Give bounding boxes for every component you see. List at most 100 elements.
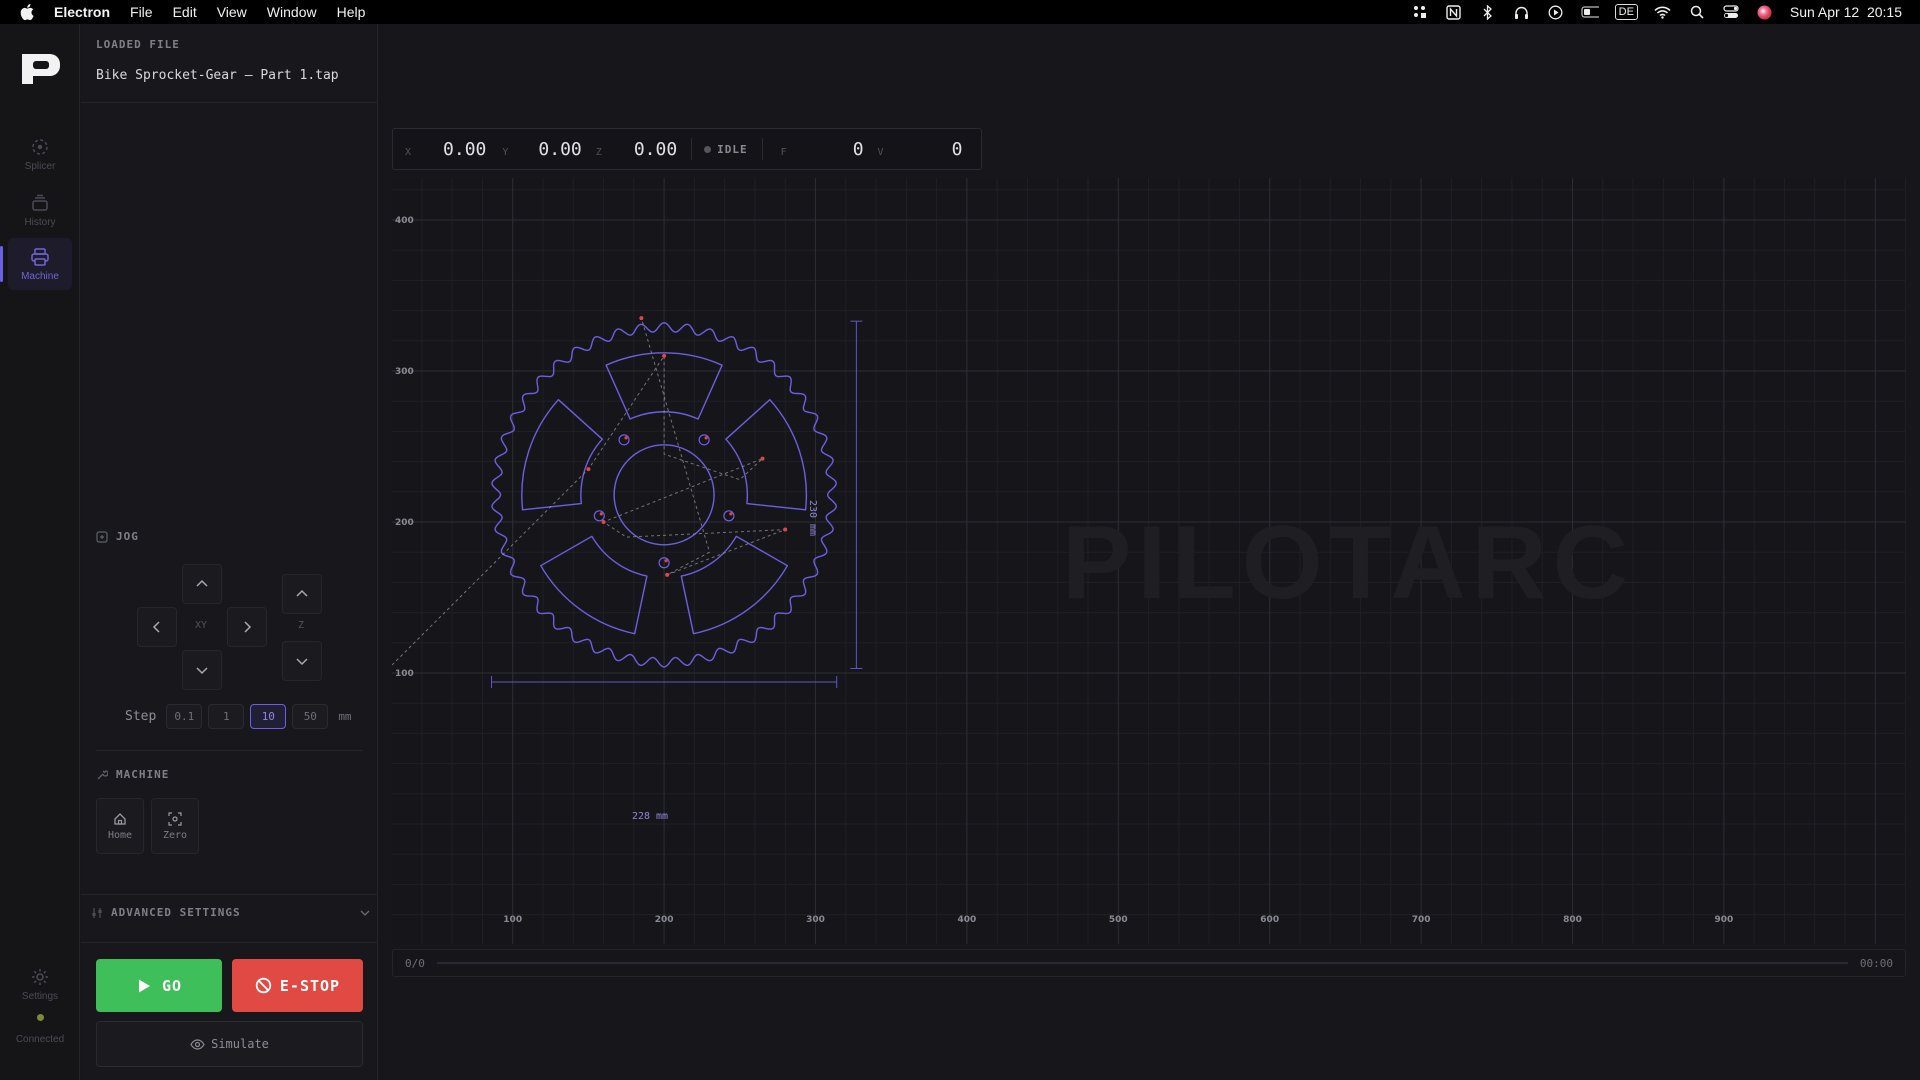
machine-state-label: IDLE <box>717 142 748 156</box>
divider <box>81 894 378 895</box>
dro-v-label: V <box>877 146 884 158</box>
toolpath-point <box>586 467 591 472</box>
divider <box>761 138 763 160</box>
ban-icon <box>255 977 272 994</box>
menu-file[interactable]: File <box>130 4 153 20</box>
dro-f-label: F <box>780 146 787 158</box>
divider <box>96 750 363 751</box>
divider <box>81 942 378 943</box>
progress-count: 0/0 <box>405 956 425 970</box>
gear-icon <box>32 968 48 985</box>
x-tick-label: 800 <box>1563 915 1582 925</box>
go-button[interactable]: GO <box>96 959 222 1012</box>
y-tick-label: 200 <box>395 518 414 528</box>
width-dimension-label: 228 mm <box>632 811 668 822</box>
x-tick-label: 900 <box>1715 915 1734 925</box>
machine-panel: LOADED FILE Bike Sprocket-Gear – Part 1.… <box>81 24 378 1080</box>
x-tick-label: 300 <box>806 915 825 925</box>
dro-y-value: 0.00 <box>538 138 582 160</box>
jog-xy-label: XY <box>195 620 208 631</box>
advanced-settings-toggle[interactable]: ADVANCED SETTINGS <box>91 906 371 919</box>
step-option-10[interactable]: 10 <box>250 704 287 729</box>
dro-v-value: 0 <box>951 138 963 160</box>
divider <box>81 102 378 103</box>
y-tick-label: 300 <box>395 367 414 377</box>
step-option-0-1[interactable]: 0.1 <box>166 704 203 729</box>
y-tick-label: 100 <box>395 669 414 679</box>
jog-y-minus-button[interactable] <box>182 650 222 690</box>
eye-icon <box>190 1038 205 1050</box>
jog-z-plus-button[interactable] <box>282 574 322 614</box>
chevron-down-icon <box>296 658 308 666</box>
toolpath-point <box>599 512 603 516</box>
chevron-down-icon <box>196 667 208 675</box>
simulate-button[interactable]: Simulate <box>96 1021 363 1067</box>
printer-icon <box>31 247 49 266</box>
notion-icon[interactable] <box>1445 4 1463 20</box>
menubar: Electron File Edit View Window Help DE S… <box>0 0 1920 24</box>
dro-z-value: 0.00 <box>633 138 678 160</box>
menubar-clock[interactable]: Sun Apr 12 20:15 <box>1790 4 1902 20</box>
input-source-badge[interactable]: DE <box>1614 4 1638 20</box>
menu-app-name[interactable]: Electron <box>54 4 110 20</box>
jog-title: JOG <box>116 530 139 543</box>
machine-state: IDLE <box>704 143 748 156</box>
jog-y-plus-button[interactable] <box>182 564 222 604</box>
rail-item-history[interactable]: History <box>8 184 72 236</box>
history-icon <box>32 194 48 211</box>
bluetooth-icon[interactable] <box>1479 4 1497 20</box>
rail-item-settings[interactable]: Settings <box>8 958 72 1010</box>
go-label: GO <box>161 976 183 995</box>
wifi-icon[interactable] <box>1654 4 1672 20</box>
menu-help[interactable]: Help <box>337 4 366 20</box>
jog-x-minus-button[interactable] <box>137 607 177 647</box>
menu-window[interactable]: Window <box>267 4 317 20</box>
headphones-icon[interactable] <box>1513 4 1531 20</box>
siri-icon[interactable] <box>1756 4 1774 20</box>
step-option-1[interactable]: 1 <box>208 704 245 729</box>
simulate-label: Simulate <box>211 1037 269 1051</box>
chevron-right-icon <box>244 621 252 633</box>
x-tick-label: 600 <box>1260 915 1279 925</box>
chevron-up-icon <box>196 579 208 587</box>
zero-label: Zero <box>162 829 188 841</box>
estop-label: E-STOP <box>279 976 341 995</box>
menu-view[interactable]: View <box>217 4 247 20</box>
search-icon[interactable] <box>1688 4 1706 20</box>
zero-button[interactable]: Zero <box>151 798 199 854</box>
estop-button[interactable]: E-STOP <box>232 959 363 1012</box>
toolpath-point <box>664 559 668 563</box>
toolpath-point <box>624 436 628 440</box>
step-selector: Step 0.1 1 10 50 mm <box>125 704 352 729</box>
jog-x-plus-button[interactable] <box>227 607 267 647</box>
menu-edit[interactable]: Edit <box>173 4 197 20</box>
rail-item-machine[interactable]: Machine <box>0 238 72 290</box>
jog-z-minus-button[interactable] <box>282 641 322 681</box>
toolpath-point <box>601 520 606 524</box>
step-label: Step <box>125 709 157 724</box>
apple-icon[interactable] <box>18 3 36 21</box>
rail-item-label: Settings <box>21 990 59 1002</box>
dro-y-label: Y <box>502 146 509 158</box>
dro-x-label: X <box>405 146 412 158</box>
home-button[interactable]: Home <box>96 798 144 854</box>
height-dimension-label: 230 mm <box>807 500 818 536</box>
splicer-icon <box>32 138 48 155</box>
sliders-icon <box>92 907 102 918</box>
toolpath-point <box>760 456 765 461</box>
control-center-icon[interactable] <box>1722 4 1740 20</box>
chevron-down-icon <box>360 910 370 916</box>
grid-status-icon[interactable] <box>1411 4 1429 20</box>
toolpath-point <box>662 353 667 358</box>
loaded-file-name: Bike Sprocket-Gear – Part 1.tap <box>96 68 339 83</box>
progress-track <box>436 962 1848 964</box>
rail-item-splicer[interactable]: Splicer <box>8 128 72 180</box>
battery-icon[interactable] <box>1581 4 1599 20</box>
toolpath-point <box>783 527 788 532</box>
x-tick-label: 400 <box>958 915 977 925</box>
play-icon[interactable] <box>1547 4 1565 20</box>
step-option-50[interactable]: 50 <box>292 704 329 729</box>
rail-item-label: Machine <box>21 270 59 282</box>
nav-rail: Splicer History Machine Settings Connect… <box>0 24 80 1080</box>
toolpath-canvas[interactable]: PILOTARC 100 200 300 400 500 600 700 800 900 100 2… <box>392 178 1906 944</box>
